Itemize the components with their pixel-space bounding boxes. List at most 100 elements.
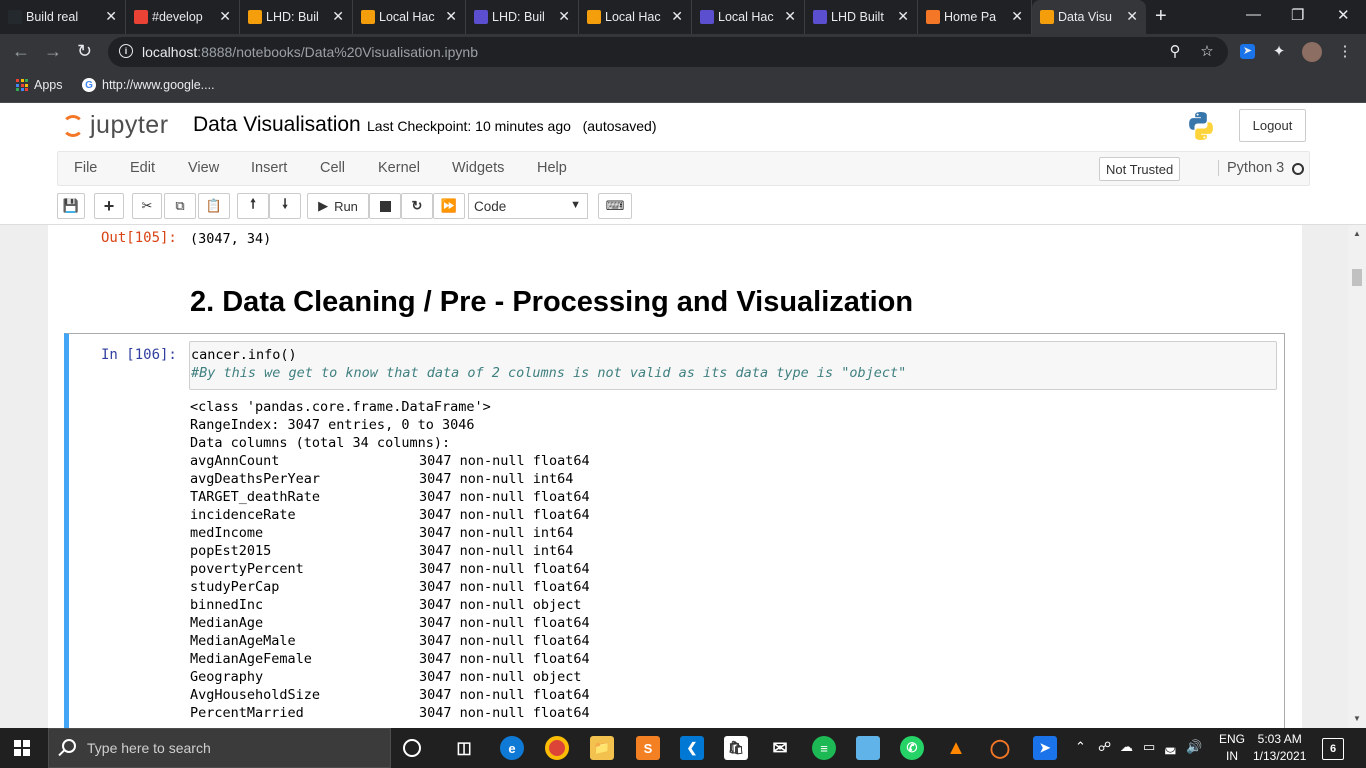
browser-tab[interactable]: Local Hac ✕ <box>692 0 805 34</box>
menu-widgets[interactable]: Widgets <box>452 160 504 176</box>
wifi-icon[interactable]: ◛ <box>1164 739 1177 755</box>
close-tab-icon[interactable]: ✕ <box>1011 8 1023 25</box>
browser-tab[interactable]: LHD Built ✕ <box>805 0 918 34</box>
input-language[interactable]: ENG IN <box>1219 731 1245 765</box>
code-input-area[interactable]: cancer.info() #By this we get to know th… <box>189 341 1277 390</box>
task-view-icon[interactable]: ◫ <box>452 736 476 760</box>
browser-tab[interactable]: #develop ✕ <box>126 0 240 34</box>
vlc-icon[interactable]: ▲ <box>944 736 968 760</box>
restart-run-all-button[interactable]: ⏩ <box>433 193 465 219</box>
url-bar[interactable]: localhost:8888/notebooks/Data%20Visualis… <box>108 37 1228 67</box>
back-icon[interactable]: ← <box>12 41 30 62</box>
battery-icon[interactable]: ▭ <box>1143 739 1155 755</box>
scroll-up-icon[interactable]: ▲ <box>1353 229 1361 238</box>
close-tab-icon[interactable]: ✕ <box>1126 8 1138 25</box>
vscode-icon[interactable]: ❮ <box>680 736 704 760</box>
not-trusted-button[interactable]: Not Trusted <box>1099 157 1181 181</box>
bookmarks-bar: Apps G http://www.google.... <box>0 70 1366 103</box>
site-info-icon[interactable]: i <box>119 44 133 58</box>
minimize-icon[interactable]: — <box>1246 6 1261 23</box>
bookmark-google[interactable]: G http://www.google.... <box>82 78 215 92</box>
checkpoint-status: Last Checkpoint: 10 minutes ago (autosav… <box>367 118 657 134</box>
browser-tab[interactable]: Local Hac ✕ <box>579 0 692 34</box>
run-button[interactable]: ▶ Run <box>307 193 369 219</box>
devpost-icon <box>813 10 827 24</box>
screen-share-icon[interactable]: ➤ <box>1033 736 1057 760</box>
close-tab-icon[interactable]: ✕ <box>558 8 570 25</box>
new-tab-button[interactable]: + <box>1155 5 1167 28</box>
browser-tab[interactable]: LHD: Buil ✕ <box>240 0 353 34</box>
save-button[interactable]: 💾 <box>57 193 85 219</box>
spotify-icon[interactable]: ≡ <box>812 736 836 760</box>
browser-tab[interactable]: Build real ✕ <box>0 0 126 34</box>
close-tab-icon[interactable]: ✕ <box>445 8 457 25</box>
cortana-icon[interactable] <box>403 739 421 757</box>
browser-tab[interactable]: Data Visu ✕ <box>1032 0 1146 34</box>
copy-button[interactable]: ⧉ <box>164 193 196 219</box>
app-icon[interactable] <box>856 736 880 760</box>
forward-icon[interactable]: → <box>44 41 62 62</box>
jupyter-logo[interactable]: jupyter <box>62 111 169 140</box>
menu-view[interactable]: View <box>188 160 219 176</box>
tray-chevron-icon[interactable]: ⌃ <box>1075 739 1086 755</box>
extension-icon[interactable]: ➤ <box>1240 44 1255 59</box>
page-scrollbar[interactable]: ▲ ▼ <box>1348 225 1366 728</box>
notebook-area: Out[105]: (3047, 34) 2. Data Cleaning / … <box>0 225 1348 728</box>
close-tab-icon[interactable]: ✕ <box>897 8 909 25</box>
onedrive-icon[interactable]: ☁ <box>1120 739 1133 755</box>
taskbar-search-box[interactable]: Type here to search <box>48 728 391 768</box>
move-down-button[interactable]: 🠗 <box>269 193 301 219</box>
reload-icon[interactable]: ↻ <box>77 41 92 62</box>
notification-center-icon[interactable]: 6 <box>1322 738 1344 760</box>
extensions-puzzle-icon[interactable]: ✦ <box>1270 42 1288 60</box>
browser-menu-icon[interactable]: ⋮ <box>1336 42 1354 60</box>
close-tab-icon[interactable]: ✕ <box>105 8 117 25</box>
menu-help[interactable]: Help <box>537 160 567 176</box>
interrupt-button[interactable] <box>369 193 401 219</box>
chrome-icon[interactable] <box>545 736 569 760</box>
browser-tab[interactable]: Home Pa ✕ <box>918 0 1032 34</box>
browser-tab[interactable]: Local Hac ✕ <box>353 0 466 34</box>
browser-tab[interactable]: LHD: Buil ✕ <box>466 0 579 34</box>
whatsapp-icon[interactable]: ✆ <box>900 736 924 760</box>
profile-avatar[interactable] <box>1302 42 1322 62</box>
command-palette-button[interactable]: ⌨ <box>598 193 632 219</box>
tray-app-icon[interactable]: ☍ <box>1098 739 1111 755</box>
cell-type-select[interactable]: Code ▼ <box>468 193 588 219</box>
close-tab-icon[interactable]: ✕ <box>219 8 231 25</box>
sublime-icon[interactable]: S <box>636 736 660 760</box>
volume-icon[interactable]: 🔊 <box>1186 739 1202 755</box>
system-clock[interactable]: 5:03 AM 1/13/2021 <box>1253 731 1306 765</box>
menu-insert[interactable]: Insert <box>251 160 287 176</box>
notebook-name[interactable]: Data Visualisation <box>193 113 361 137</box>
kernel-name[interactable]: Python 3 <box>1218 160 1284 176</box>
bookmark-apps[interactable]: Apps <box>16 78 63 92</box>
store-icon[interactable]: 🛍 <box>724 736 748 760</box>
lhd-icon <box>587 10 601 24</box>
file-explorer-icon[interactable]: 📁 <box>590 736 614 760</box>
close-window-icon[interactable]: ✕ <box>1337 6 1350 24</box>
bookmark-star-icon[interactable]: ☆ <box>1198 42 1216 60</box>
zoom-icon[interactable]: ⚲ <box>1166 42 1184 60</box>
close-tab-icon[interactable]: ✕ <box>332 8 344 25</box>
menu-kernel[interactable]: Kernel <box>378 160 420 176</box>
windows-start-icon[interactable] <box>14 740 30 756</box>
close-tab-icon[interactable]: ✕ <box>671 8 683 25</box>
cut-button[interactable]: ✂ <box>132 193 162 219</box>
scroll-down-icon[interactable]: ▼ <box>1353 714 1361 723</box>
jupyter-taskbar-icon[interactable]: ◯ <box>988 736 1012 760</box>
edge-icon[interactable]: e <box>500 736 524 760</box>
restart-button[interactable]: ↻ <box>401 193 433 219</box>
close-tab-icon[interactable]: ✕ <box>784 8 796 25</box>
logout-button[interactable]: Logout <box>1239 109 1306 142</box>
move-up-button[interactable]: 🠕 <box>237 193 269 219</box>
paste-button[interactable]: 📋 <box>198 193 230 219</box>
mail-icon[interactable]: ✉ <box>768 736 792 760</box>
insert-cell-button[interactable]: + <box>94 193 124 219</box>
restore-icon[interactable]: ❐ <box>1291 6 1304 24</box>
menu-edit[interactable]: Edit <box>130 160 155 176</box>
menu-cell[interactable]: Cell <box>320 160 345 176</box>
scroll-thumb[interactable] <box>1352 269 1362 286</box>
calendar-icon <box>134 10 148 24</box>
menu-file[interactable]: File <box>74 160 97 176</box>
